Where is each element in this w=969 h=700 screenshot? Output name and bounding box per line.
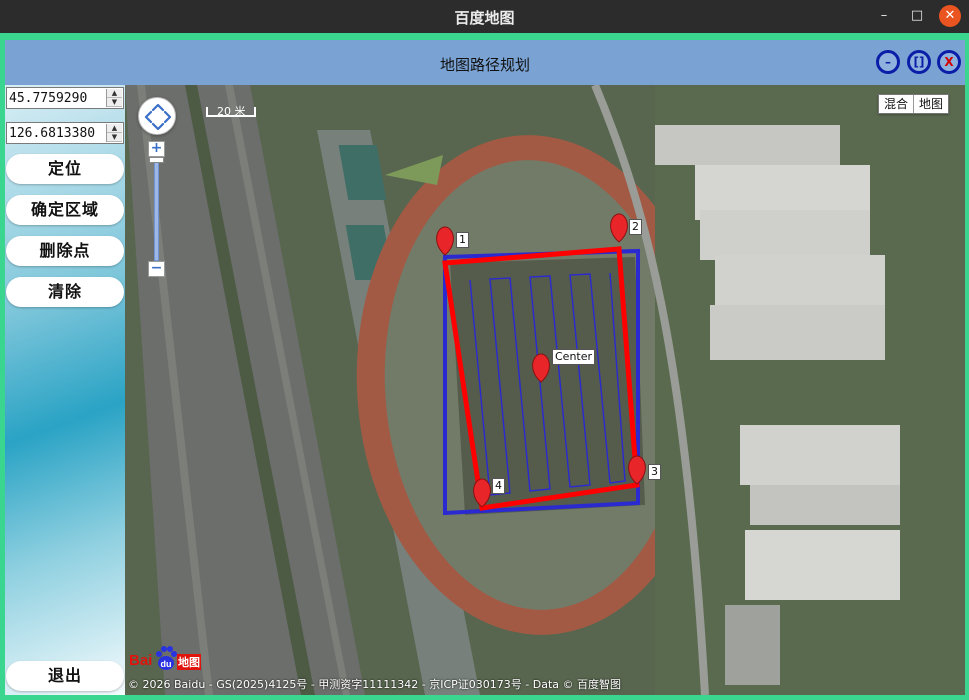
marker-1-label: 1 xyxy=(456,232,469,248)
latitude-input[interactable] xyxy=(9,89,105,107)
hybrid-type-button[interactable]: 混合 xyxy=(879,95,915,113)
window-close-button[interactable]: ✕ xyxy=(939,5,961,27)
survey-path xyxy=(469,272,626,496)
spin-up-icon[interactable]: ▲ xyxy=(107,124,122,133)
zoom-in-button[interactable]: + xyxy=(148,141,165,157)
sidebar: ▲▼ ▲▼ 定位 确定区域 删除点 清除 退出 xyxy=(5,85,125,695)
logo-du-text: du xyxy=(161,659,172,669)
window-title: 百度地图 xyxy=(454,9,515,27)
app-window: 地图路径规划 – [] X ▲▼ ▲▼ 定位 确定区域 删除点 清除 退出 xyxy=(5,40,965,695)
window-minimize-button[interactable]: – xyxy=(873,5,895,27)
route-overlay xyxy=(436,213,646,516)
window-maximize-button[interactable]: □ xyxy=(906,5,928,27)
logo-bai-text: Bai xyxy=(129,652,153,669)
app-minimize-button[interactable]: – xyxy=(876,50,900,74)
locate-button[interactable]: 定位 xyxy=(6,154,124,184)
app-frame: 地图路径规划 – [] X ▲▼ ▲▼ 定位 确定区域 删除点 清除 退出 xyxy=(0,33,969,700)
pan-arrows-icon xyxy=(144,103,172,131)
latitude-field[interactable]: ▲▼ xyxy=(6,87,124,109)
baidu-logo: Bai du 地图 xyxy=(129,646,203,672)
map-copyright: © 2026 Baidu - GS(2025)4125号 - 甲测资字11111… xyxy=(128,678,622,691)
map-type-switch: 混合 地图 xyxy=(878,94,950,114)
app-header: 地图路径规划 – [] X xyxy=(5,40,965,85)
pan-control[interactable] xyxy=(138,97,176,135)
spin-up-icon[interactable]: ▲ xyxy=(107,89,122,98)
longitude-spinner[interactable]: ▲ ▼ xyxy=(106,124,122,142)
scale-label: 20 米 xyxy=(217,105,246,118)
latitude-spinner[interactable]: ▲ ▼ xyxy=(106,89,122,107)
marker-3-icon[interactable] xyxy=(628,455,646,485)
delete-point-button[interactable]: 删除点 xyxy=(6,236,124,266)
clear-button[interactable]: 清除 xyxy=(6,277,124,307)
marker-center-icon[interactable] xyxy=(532,353,550,383)
marker-4-label: 4 xyxy=(492,478,505,494)
map-canvas[interactable]: 1 2 3 4 Center + − 20 米 混合 地图 Bai du 地图 … xyxy=(125,85,965,695)
spin-down-icon[interactable]: ▼ xyxy=(107,98,122,107)
zoom-slider-track[interactable] xyxy=(154,157,159,261)
marker-center-label: Center xyxy=(552,349,596,365)
paw-icon: du xyxy=(156,646,177,670)
logo-map-text: 地图 xyxy=(177,654,201,670)
define-area-button[interactable]: 确定区域 xyxy=(6,195,124,225)
map-type-button[interactable]: 地图 xyxy=(914,95,948,113)
longitude-field[interactable]: ▲▼ xyxy=(6,122,124,144)
marker-4-icon[interactable] xyxy=(473,478,491,508)
spin-down-icon[interactable]: ▼ xyxy=(107,133,122,142)
exit-button[interactable]: 退出 xyxy=(6,661,124,691)
marker-2-icon[interactable] xyxy=(610,213,628,243)
marker-1-icon[interactable] xyxy=(436,226,454,256)
marker-3-label: 3 xyxy=(648,464,661,480)
marker-2-label: 2 xyxy=(629,219,642,235)
zoom-slider-thumb[interactable] xyxy=(149,157,164,163)
os-titlebar: 百度地图 – □ ✕ xyxy=(0,0,969,33)
app-close-button[interactable]: X xyxy=(937,50,961,74)
zoom-out-button[interactable]: − xyxy=(148,261,165,277)
app-maximize-button[interactable]: [] xyxy=(907,50,931,74)
app-title: 地图路径规划 xyxy=(439,56,530,74)
longitude-input[interactable] xyxy=(9,124,105,142)
